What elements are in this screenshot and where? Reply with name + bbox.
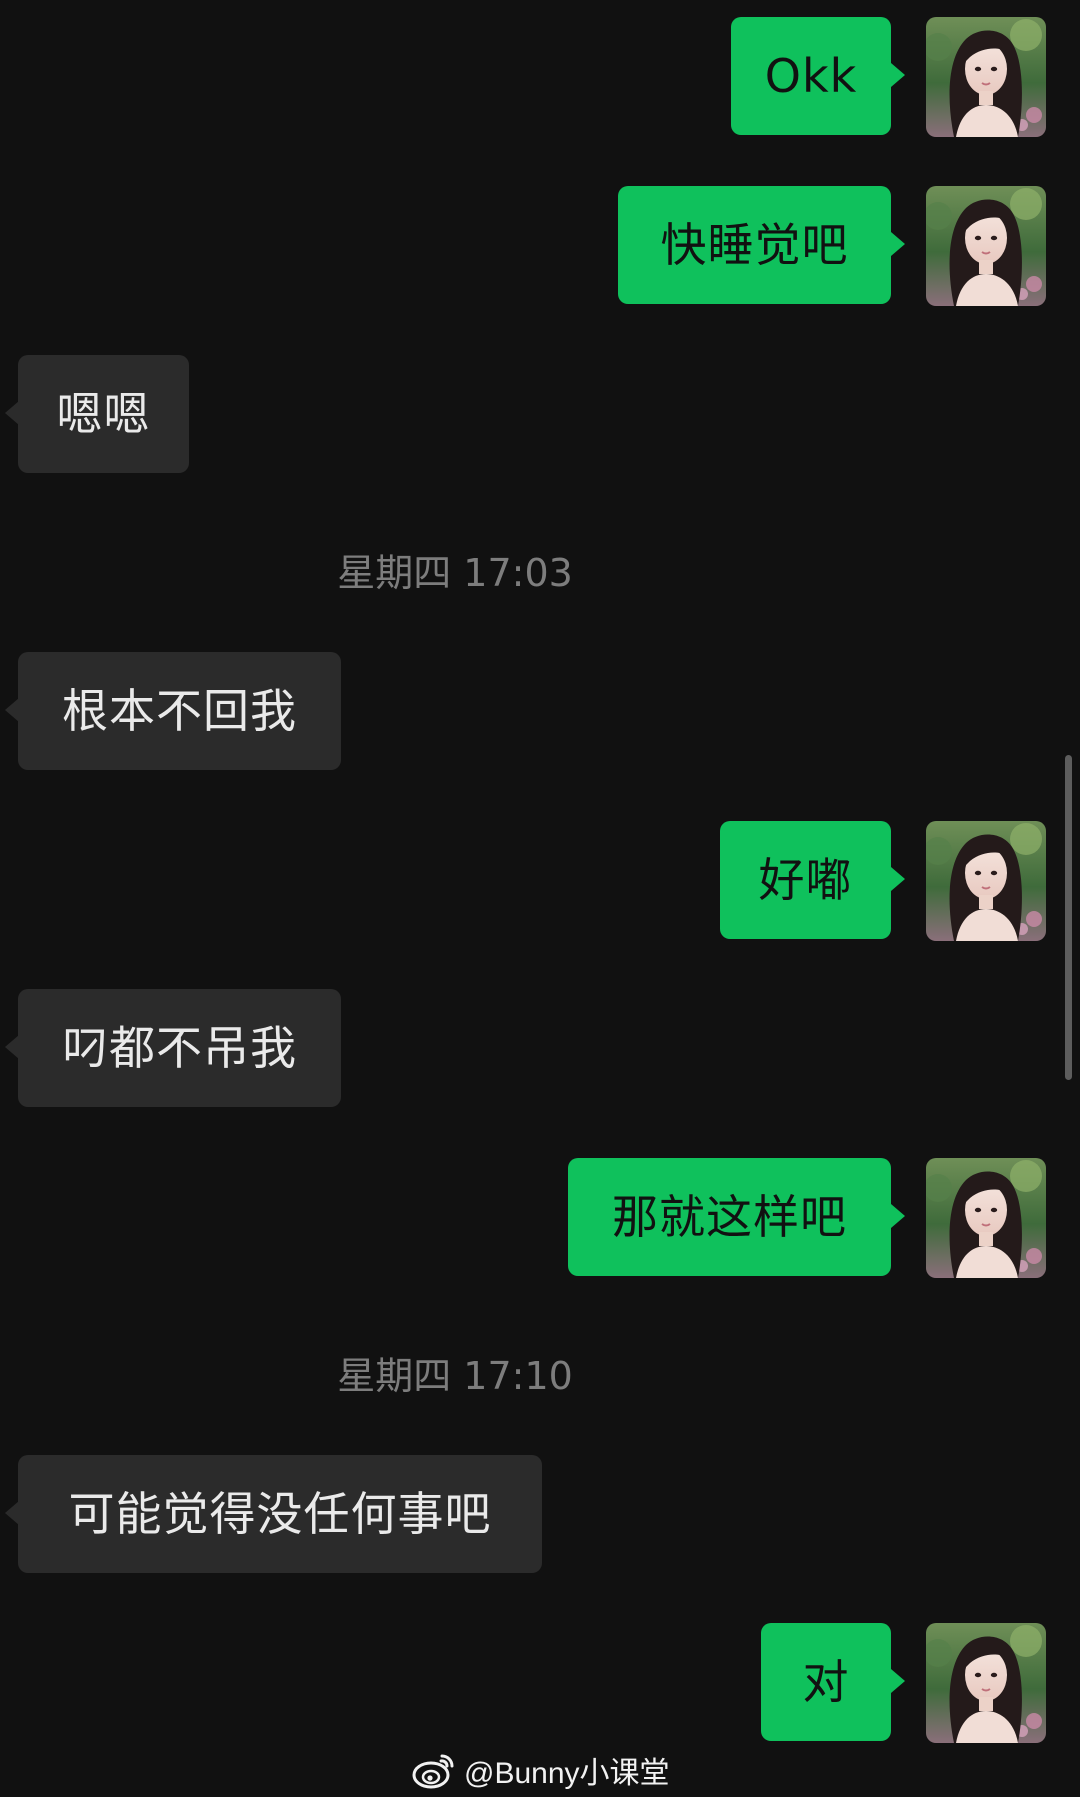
message-row-received: 根本不回我 (0, 652, 1080, 770)
message-row-sent: 那就这样吧 (0, 1158, 1080, 1276)
message-timestamp: 星期四 17:03 (337, 551, 573, 595)
message-row-sent: 快睡觉吧 (0, 186, 1080, 304)
received-message-bubble[interactable]: 根本不回我 (18, 652, 341, 770)
sent-message-bubble[interactable]: 快睡觉吧 (618, 186, 891, 304)
message-text: Okk (764, 49, 858, 103)
message-text: 那就这样吧 (612, 1190, 847, 1244)
message-row-sent: 对 (0, 1623, 1080, 1741)
chat-screen: Okk 快睡觉吧 嗯嗯 星期四 17:03 根本不回我 好嘟 叼都不吊我 那就这… (0, 0, 1080, 1797)
bubble-tail (5, 698, 19, 722)
message-text: 快睡觉吧 (660, 218, 849, 272)
message-row-received: 嗯嗯 (0, 355, 1080, 473)
message-row-received: 可能觉得没任何事吧 (0, 1455, 1080, 1573)
avatar-woman-long-hair[interactable] (926, 186, 1046, 306)
bubble-tail (891, 1204, 905, 1228)
message-text: 嗯嗯 (56, 387, 151, 441)
sent-message-bubble[interactable]: 那就这样吧 (568, 1158, 891, 1276)
message-text: 好嘟 (758, 853, 853, 907)
received-message-bubble[interactable]: 可能觉得没任何事吧 (18, 1455, 542, 1573)
avatar-woman-long-hair[interactable] (926, 17, 1046, 137)
bubble-tail (5, 401, 19, 425)
message-row-received: 叼都不吊我 (0, 989, 1080, 1107)
scrollbar[interactable] (1065, 755, 1072, 1080)
message-row-sent: 好嘟 (0, 821, 1080, 939)
message-text: 叼都不吊我 (62, 1021, 297, 1075)
sent-message-bubble[interactable]: 对 (761, 1623, 891, 1741)
watermark: @Bunny小课堂 (412, 1747, 670, 1793)
sent-message-bubble[interactable]: 好嘟 (720, 821, 891, 939)
bubble-tail (891, 1669, 905, 1693)
message-row-sent: Okk (0, 17, 1080, 135)
message-timestamp: 星期四 17:10 (337, 1354, 573, 1398)
message-text: 对 (802, 1655, 850, 1709)
sent-message-bubble[interactable]: Okk (731, 17, 891, 135)
avatar-woman-long-hair[interactable] (926, 1158, 1046, 1278)
bubble-tail (891, 63, 905, 87)
message-text: 根本不回我 (62, 684, 297, 738)
received-message-bubble[interactable]: 嗯嗯 (18, 355, 189, 473)
bubble-tail (891, 867, 905, 891)
weibo-icon (412, 1754, 454, 1789)
bubble-tail (891, 232, 905, 256)
message-text: 可能觉得没任何事吧 (68, 1487, 492, 1541)
avatar-woman-long-hair[interactable] (926, 821, 1046, 941)
watermark-text: @Bunny小课堂 (464, 1757, 670, 1790)
avatar-woman-long-hair[interactable] (926, 1623, 1046, 1743)
bubble-tail (5, 1035, 19, 1059)
bubble-tail (5, 1501, 19, 1525)
received-message-bubble[interactable]: 叼都不吊我 (18, 989, 341, 1107)
